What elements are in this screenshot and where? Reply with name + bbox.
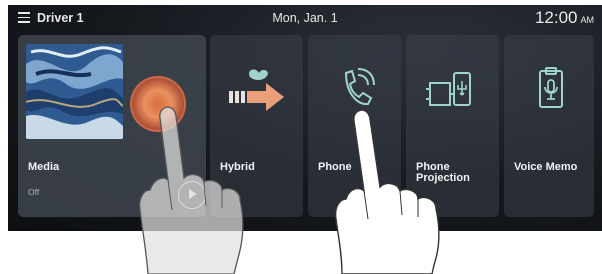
voice-memo-icon [539, 67, 563, 108]
left-hand-gesture-icon [138, 106, 244, 274]
clock-ampm: AM [580, 15, 595, 25]
media-status: Off [28, 187, 40, 197]
infotainment-screen: Driver 1 Mon, Jan. 1 12:00AM Media Off [8, 5, 602, 231]
media-label: Media [28, 161, 60, 173]
voice-memo-label: Voice Memo [514, 161, 578, 173]
clock-time: 12:00 [534, 8, 578, 27]
album-art [26, 44, 123, 139]
right-hand-gesture-icon [334, 109, 440, 274]
page-indicator [293, 221, 317, 231]
date-display: Mon, Jan. 1 [272, 11, 338, 25]
status-bar: Driver 1 Mon, Jan. 1 12:00 AM [8, 5, 602, 33]
voice-memo-widget[interactable]: Voice Memo [504, 35, 594, 217]
clock: 12:00 AM [535, 8, 594, 28]
